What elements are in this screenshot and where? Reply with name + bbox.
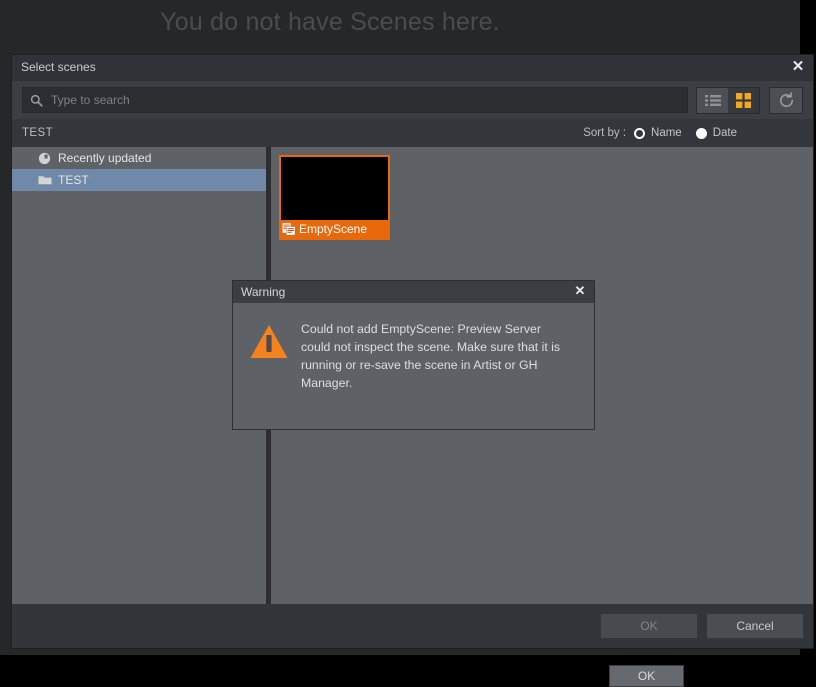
- warning-ok-button[interactable]: OK: [609, 665, 684, 687]
- scene-tile-emptyscene[interactable]: EmptyScene: [279, 155, 390, 240]
- refresh-icon[interactable]: [769, 86, 803, 114]
- radio-selected-icon: [634, 127, 646, 139]
- search-input[interactable]: [49, 87, 687, 113]
- sidebar-item-label: TEST: [58, 173, 89, 187]
- sidebar-item-recently-updated[interactable]: Recently updated: [12, 147, 266, 169]
- scene-name-label: EmptyScene: [299, 222, 368, 236]
- search-box[interactable]: [22, 87, 688, 113]
- dialog-title: Select scenes: [21, 60, 96, 74]
- empty-scenes-message: You do not have Scenes here.: [160, 8, 500, 36]
- sort-radio-name[interactable]: Name: [634, 127, 682, 139]
- warning-message: Could not add EmptyScene: Preview Server…: [301, 322, 561, 390]
- grid-view-icon[interactable]: [728, 87, 759, 113]
- search-icon: [30, 94, 43, 107]
- warning-triangle-icon: [249, 323, 289, 361]
- sort-by-label: Sort by :: [583, 127, 627, 139]
- sort-radio-name-label: Name: [651, 127, 682, 139]
- close-icon[interactable]: ✕: [572, 283, 588, 299]
- current-folder-label: TEST: [22, 127, 53, 139]
- folder-sidebar: Recently updated TEST: [12, 147, 266, 604]
- folder-icon: [38, 173, 52, 187]
- warning-dialog-title: Warning: [241, 285, 286, 299]
- close-icon[interactable]: ✕: [789, 58, 807, 76]
- sidebar-item-test[interactable]: TEST: [12, 169, 266, 191]
- scene-thumbnail: [281, 157, 388, 220]
- scene-file-icon: [282, 222, 296, 236]
- warning-dialog: Warning ✕ Could not add EmptyScene: Prev…: [233, 281, 684, 687]
- sort-controls: Sort by : Name Date: [583, 119, 751, 147]
- radio-unselected-icon: [695, 127, 707, 139]
- warning-content: Could not add EmptyScene: Preview Server…: [233, 303, 594, 392]
- sort-radio-date-label: Date: [712, 127, 737, 139]
- scene-caption: EmptyScene: [281, 220, 388, 238]
- dialog-toolbar: [12, 81, 813, 119]
- ok-button[interactable]: OK: [600, 613, 698, 639]
- clock-icon: [38, 151, 52, 165]
- dialog-footer: OK Cancel: [12, 604, 813, 648]
- sidebar-item-label: Recently updated: [58, 151, 152, 165]
- cancel-button[interactable]: Cancel: [706, 613, 804, 639]
- list-view-icon[interactable]: [697, 87, 728, 113]
- dialog-subheader: TEST Sort by : Name Date: [12, 119, 813, 147]
- sort-radio-date[interactable]: Date: [695, 127, 737, 139]
- dialog-titlebar: Select scenes ✕: [12, 55, 813, 81]
- warning-titlebar: Warning ✕: [233, 281, 594, 303]
- view-toggle-group: [696, 86, 760, 114]
